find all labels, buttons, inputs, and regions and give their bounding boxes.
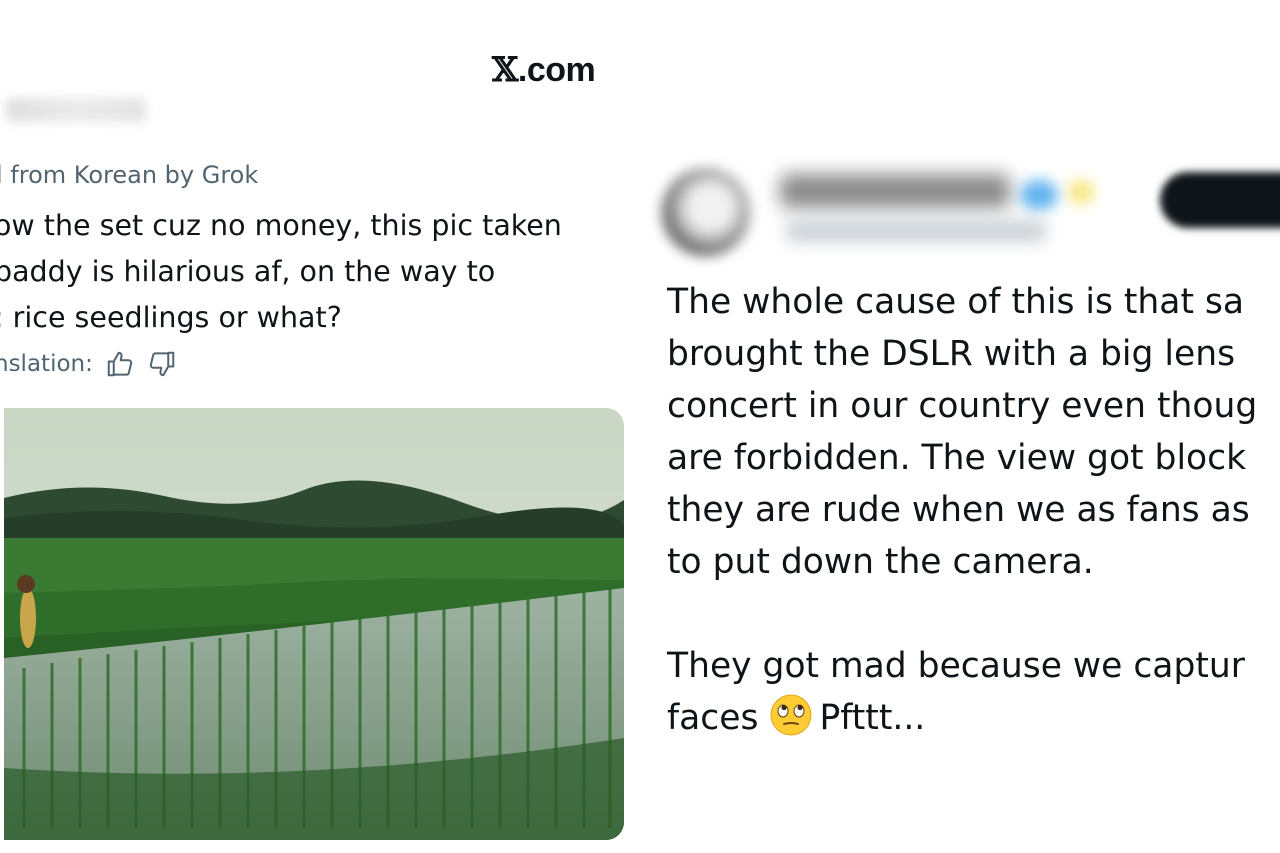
verified-badge-icon <box>1020 180 1058 210</box>
tweet-text-segment: faces <box>667 698 759 738</box>
translated-from-label[interactable]: l from Korean by Grok <box>0 161 258 189</box>
tweet-text-line: concert in our country even thoug <box>667 386 1258 426</box>
thumbs-up-icon[interactable] <box>105 349 135 379</box>
reply-tweet: The whole cause of this is that sa broug… <box>640 0 1280 853</box>
tweet-text-line: brought the DSLR with a big lens <box>667 334 1236 374</box>
tweet-text-line: they are rude when we as fans as <box>667 490 1250 530</box>
tweet-text-line: to put down the camera. <box>667 542 1094 582</box>
blurred-handle <box>786 220 1046 242</box>
rice-paddy-photo[interactable] <box>4 408 624 840</box>
tweet-text-line: are forbidden. The view got block <box>667 438 1247 478</box>
rate-translation-label: nslation: <box>0 351 93 377</box>
tweet-text-line: The whole cause of this is that sa <box>667 282 1245 322</box>
follow-button[interactable] <box>1160 172 1280 228</box>
affiliation-badge-icon <box>1068 180 1094 204</box>
tweet-text-line: ow the set cuz no money, this pic taken <box>0 209 562 242</box>
tweet-text-segment: Pfttt... <box>819 698 926 738</box>
rate-translation-row: nslation: <box>0 347 177 381</box>
blurred-display-name <box>780 174 1010 208</box>
blurred-username <box>6 98 146 122</box>
thumbs-down-icon[interactable] <box>147 349 177 379</box>
reply-tweet-text: The whole cause of this is that sa broug… <box>667 276 1280 744</box>
tweet-text-line: They got mad because we captur <box>667 646 1245 686</box>
tweet-text-line-with-emoji: faces Pfttt... <box>667 692 1280 744</box>
translated-tweet-text: ow the set cuz no money, this pic taken … <box>0 203 640 341</box>
translated-tweet: l from Korean by Grok ow the set cuz no … <box>0 0 640 853</box>
avatar[interactable] <box>662 168 750 256</box>
tweet-text-line: : rice seedlings or what? <box>0 301 342 334</box>
tweet-text-line: paddy is hilarious af, on the way to <box>0 255 496 288</box>
face-with-rolling-eyes-emoji-icon <box>770 694 812 736</box>
